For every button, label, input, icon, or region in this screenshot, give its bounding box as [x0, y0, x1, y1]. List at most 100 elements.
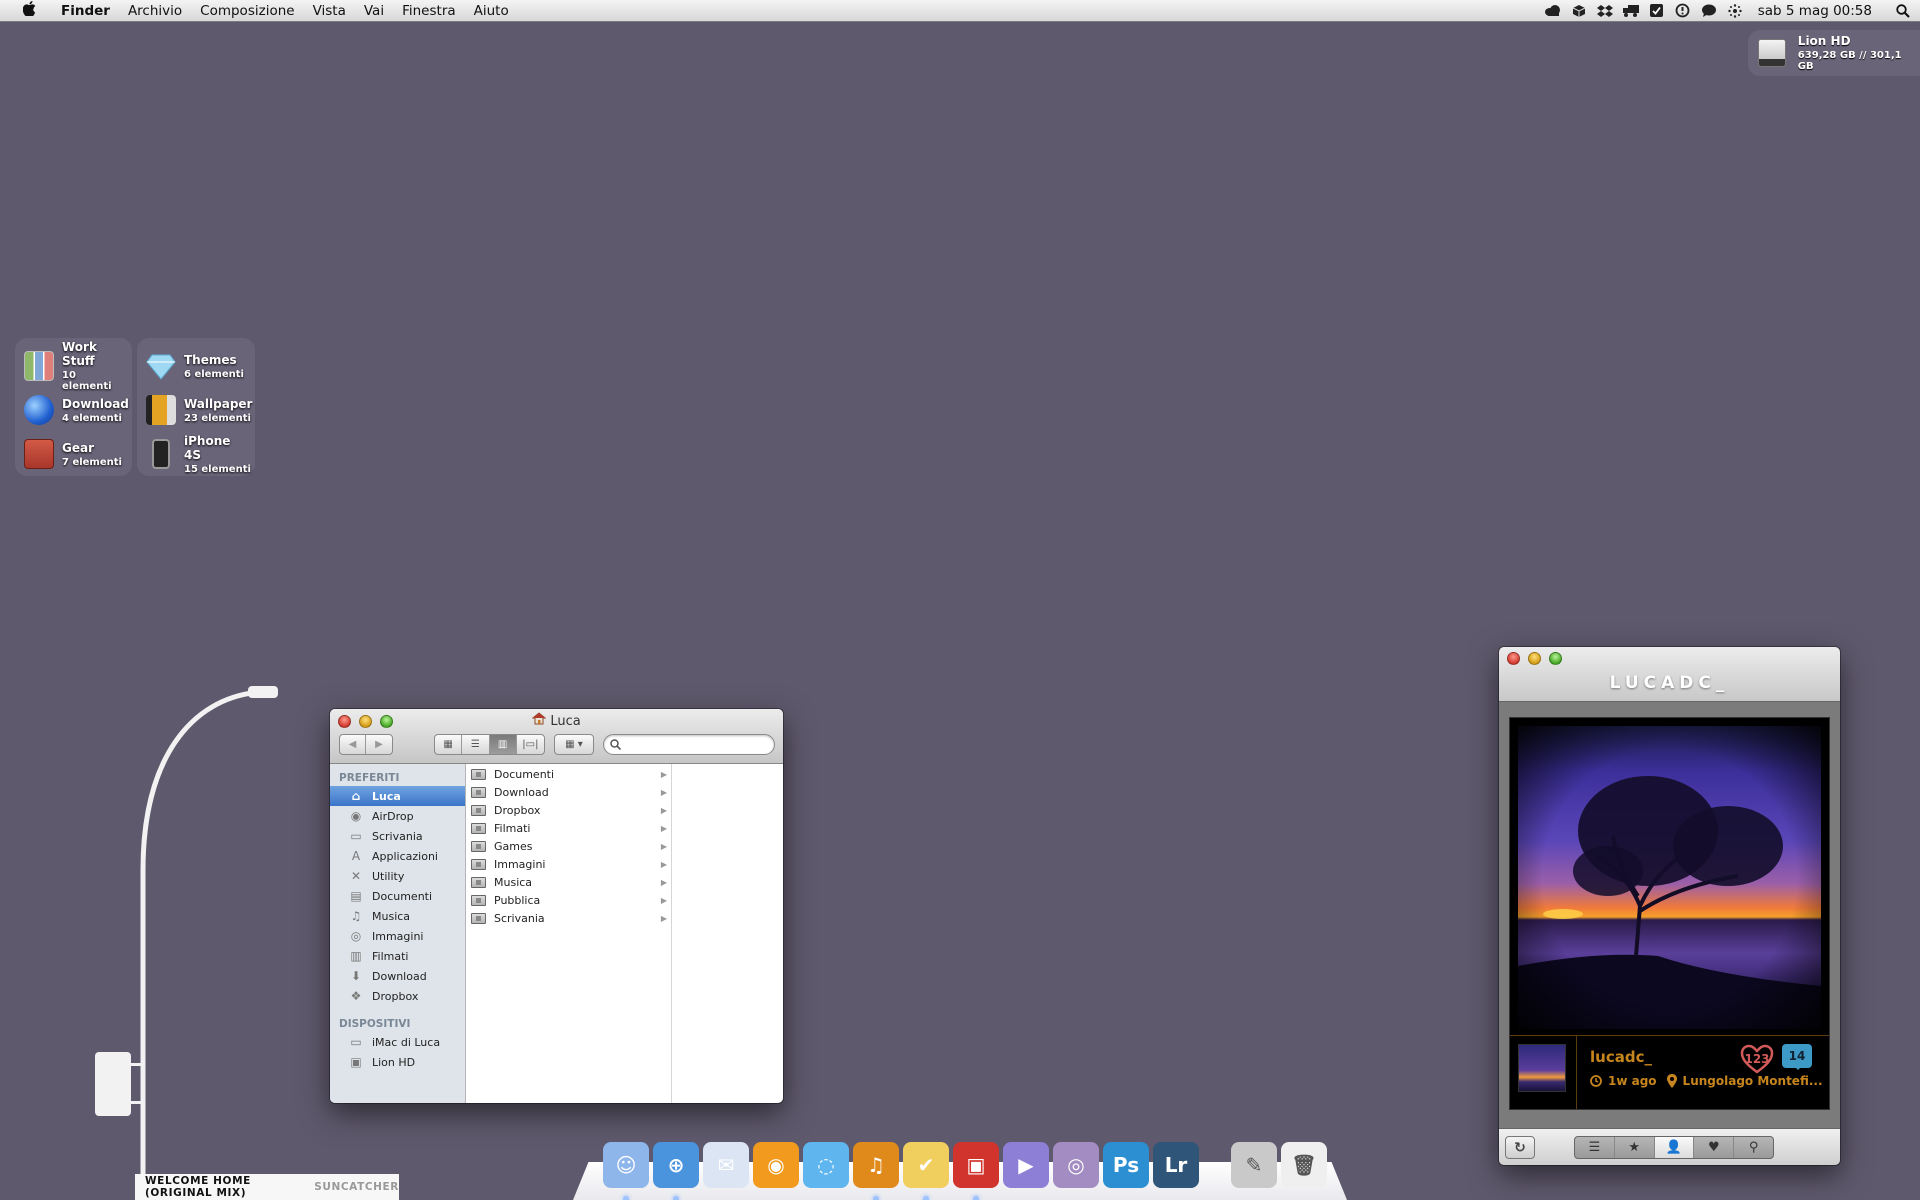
disclosure-arrow-icon: ▶ [660, 787, 667, 797]
menu-composizione[interactable]: Composizione [191, 3, 303, 19]
stack-count: 7 elementi [62, 456, 122, 468]
close-button[interactable] [1507, 652, 1520, 665]
view-columns-button[interactable]: ▥ [489, 735, 517, 754]
sidebar-item-filmati[interactable]: ▥ Filmati [330, 946, 465, 966]
dock-app-messages[interactable]: ◌ [803, 1142, 849, 1188]
itunes-icon: ♫ [867, 1153, 885, 1177]
chat-bubble-icon[interactable] [1696, 4, 1722, 17]
arrange-dropdown-button[interactable]: ▦ ▾ [555, 735, 593, 754]
likes-badge[interactable]: 123 [1740, 1044, 1774, 1074]
bluetooth-icon[interactable] [1722, 3, 1748, 18]
stack-count: 15 elementi [184, 463, 251, 475]
stack-name: Themes [184, 352, 237, 367]
sidebar-item-applicazioni[interactable]: A Applicazioni [330, 846, 465, 866]
search-icon [610, 739, 621, 750]
forward-button[interactable]: ▶ [366, 735, 392, 754]
folder-row[interactable]: Documenti ▶ [466, 765, 671, 783]
folder-row[interactable]: Games ▶ [466, 837, 671, 855]
dock-app-safari[interactable]: ⊕ [653, 1142, 699, 1200]
tab-search-icon[interactable]: ⚲ [1734, 1137, 1773, 1158]
sidebar-item-airdrop[interactable]: ◉ AirDrop [330, 806, 465, 826]
sidebar-item-utility[interactable]: ✕ Utility [330, 866, 465, 886]
sidebar-item-musica[interactable]: ♫ Musica [330, 906, 465, 926]
dock-app-mail[interactable]: ✉ [703, 1142, 749, 1188]
tab-list-icon[interactable]: ☰ [1575, 1137, 1615, 1158]
stack-download[interactable]: Download 4 elementi [19, 388, 129, 432]
comments-badge[interactable]: 14 [1782, 1044, 1812, 1070]
sidebar-item-luca[interactable]: ⌂ Luca [330, 786, 465, 806]
folder-row[interactable]: Filmati ▶ [466, 819, 671, 837]
stack-gear[interactable]: Gear 7 elementi [19, 432, 128, 476]
menubar-clock[interactable]: sab 5 mag 00:58 [1748, 3, 1886, 19]
sidebar-item-immagini[interactable]: ◎ Immagini [330, 926, 465, 946]
now-playing-widget[interactable]: WELCOME HOME (ORIGINAL MIX) SUNCATCHER [135, 1174, 399, 1200]
dock-app-finder[interactable]: ☺ [603, 1142, 649, 1200]
menu-vai[interactable]: Vai [355, 3, 393, 19]
dock-app-itunes[interactable]: ♫ [853, 1142, 899, 1200]
finder-titlebar[interactable]: Luca ◀ ▶ ▦ ☰ ▥ |▭| ▦ ▾ [330, 709, 783, 764]
photo-thumbnail[interactable] [1518, 1044, 1566, 1092]
dock-app-lightroom[interactable]: Lr [1153, 1142, 1199, 1188]
sidebar-item-documenti[interactable]: ▤ Documenti [330, 886, 465, 906]
search-input[interactable] [626, 738, 766, 751]
photo-location[interactable]: Lungolago Montefi... [1683, 1074, 1823, 1088]
sidebar-item-scrivania[interactable]: ▭ Scrivania [330, 826, 465, 846]
folder-row[interactable]: Dropbox ▶ [466, 801, 671, 819]
dock-app-archive[interactable]: ▣ [953, 1142, 999, 1200]
folder-row[interactable]: Immagini ▶ [466, 855, 671, 873]
dock-app-things[interactable]: ✔ [903, 1142, 949, 1200]
dock-app-transmit[interactable]: ▶ [1003, 1142, 1049, 1188]
sidebar-device-imac-di-luca[interactable]: ▭ iMac di Luca [330, 1032, 465, 1052]
folder-name: Scrivania [494, 911, 545, 925]
sidebar-item-download[interactable]: ⬇ Download [330, 966, 465, 986]
instagram-tabs: ☰ ★ 👤 ♥ ⚲ [1574, 1136, 1774, 1159]
stack-iphone[interactable]: iPhone 4S 15 elementi [141, 432, 251, 476]
view-list-button[interactable]: ☰ [462, 735, 490, 754]
view-icons-button[interactable]: ▦ [435, 735, 463, 754]
refresh-button[interactable]: ↻ [1505, 1136, 1535, 1159]
sidebar-section-favorites: PREFERITI [339, 772, 400, 784]
spotlight-search-icon[interactable] [1886, 3, 1920, 18]
dock-app-applications[interactable]: ✎ [1231, 1142, 1277, 1188]
cloud-icon[interactable] [1540, 5, 1566, 16]
checkbox-icon[interactable] [1644, 4, 1670, 17]
photo-info-bar: lucadc_ 1w ago Lungolago Montefi... 123 … [1510, 1035, 1829, 1109]
truck-icon[interactable] [1618, 4, 1644, 17]
dock-app-trash[interactable]: 🗑 [1281, 1142, 1327, 1188]
sidebar-item-dropbox[interactable]: ❖ Dropbox [330, 986, 465, 1006]
stack-wallpaper[interactable]: Wallpaper 23 elementi [141, 388, 252, 432]
sidebar-item-icon: ▥ [350, 949, 362, 963]
back-button[interactable]: ◀ [340, 735, 367, 754]
folder-row[interactable]: Pubblica ▶ [466, 891, 671, 909]
time-machine-icon[interactable] [1670, 3, 1696, 18]
folder-row[interactable]: Scrivania ▶ [466, 909, 671, 927]
sidebar-device-lion-hd[interactable]: ▣ Lion HD [330, 1052, 465, 1072]
menu-vista[interactable]: Vista [304, 3, 355, 19]
instagram-titlebar[interactable]: LUCADC_ [1499, 647, 1840, 702]
folder-row[interactable]: Download ▶ [466, 783, 671, 801]
tab-user-icon[interactable]: 👤 [1654, 1137, 1695, 1158]
stack-themes[interactable]: Themes 6 elementi [141, 344, 251, 388]
folder-name: Immagini [494, 857, 546, 871]
dropbox-icon[interactable] [1592, 4, 1618, 18]
folder-row[interactable]: Musica ▶ [466, 873, 671, 891]
tab-star-icon[interactable]: ★ [1615, 1137, 1655, 1158]
dock-app-rss-reader[interactable]: ◉ [753, 1142, 799, 1188]
menu-finestra[interactable]: Finestra [393, 3, 465, 19]
tab-heart-icon[interactable]: ♥ [1694, 1137, 1735, 1158]
minimize-button[interactable] [1528, 652, 1541, 665]
menu-archivio[interactable]: Archivio [119, 3, 191, 19]
zoom-button[interactable] [1549, 652, 1562, 665]
stack-name: Download [62, 396, 129, 411]
dock-app-preview[interactable]: ◎ [1053, 1142, 1099, 1188]
apple-icon[interactable] [18, 1, 40, 20]
box-icon[interactable] [1566, 4, 1592, 18]
menu-aiuto[interactable]: Aiuto [465, 3, 518, 19]
stack-work-stuff[interactable]: Work Stuff 10 elementi [19, 340, 128, 392]
view-coverflow-button[interactable]: |▭| [517, 735, 544, 754]
dock-app-photoshop[interactable]: Ps [1103, 1142, 1149, 1188]
search-field[interactable] [603, 734, 775, 755]
photo-sunset-tree[interactable] [1518, 726, 1821, 1029]
menu-app-name[interactable]: Finder [52, 3, 119, 19]
photo-username[interactable]: lucadc_ [1590, 1048, 1652, 1066]
